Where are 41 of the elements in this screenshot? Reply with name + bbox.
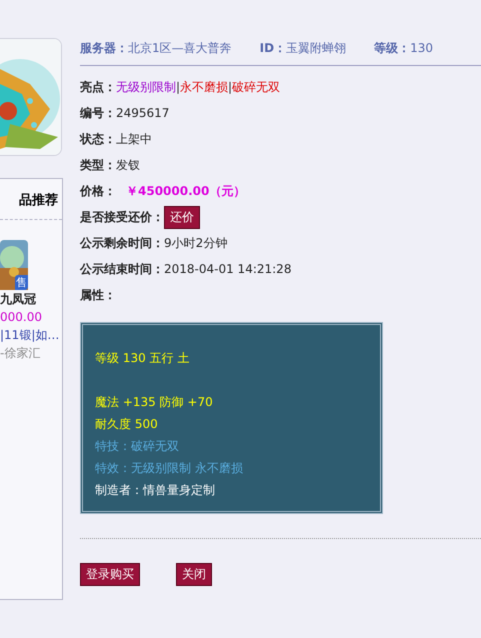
price-value: ￥450000.00（元） [126, 182, 246, 200]
field-value: 发钗 [116, 156, 140, 174]
attribute-line: 魔法 +135 防御 +70 [95, 394, 213, 411]
header-value: 玉翼附蝉翎 [286, 41, 346, 55]
field-value: 2495617 [116, 106, 170, 120]
field-label: 公示剩余时间： [80, 234, 164, 252]
field-label: 属性： [80, 286, 116, 304]
header-label: 服务器： [80, 41, 128, 55]
attribute-line: 特效：无级别限制 永不磨损 [95, 460, 243, 477]
highlight-tag: 破碎无双 [232, 78, 280, 96]
field-label: 状态： [80, 130, 116, 148]
item-name[interactable]: 九凤冠 [0, 290, 36, 308]
sale-badge: 售 [15, 275, 28, 290]
panel-title: 品推荐 [0, 179, 62, 220]
header-value: 北京1区—喜大普奔 [128, 41, 232, 55]
attribute-line: 特技：破碎无双 [95, 438, 179, 455]
field-label: 是否接受还价： [80, 208, 164, 226]
field-label: 编号： [80, 104, 116, 122]
field-label: 亮点： [80, 78, 116, 96]
attribute-line: 制造者：情兽量身定制 [95, 482, 215, 499]
header-label: ID： [260, 41, 286, 55]
attribute-line: 等级 130 五行 土 [95, 350, 190, 367]
counteroffer-button[interactable]: 还价 [164, 206, 200, 228]
separator: | [228, 80, 232, 94]
item-server: -徐家汇 [0, 345, 40, 362]
field-label: 价格： [80, 182, 116, 200]
separator: | [176, 80, 180, 94]
item-tags: |11锻|如… [0, 326, 60, 344]
header-label: 等级： [374, 41, 410, 55]
item-price: 000.00 [0, 309, 42, 326]
field-label: 公示结束时间： [80, 260, 164, 278]
header-value: 130 [410, 41, 433, 55]
field-label: 类型： [80, 156, 116, 174]
attribute-line: 耐久度 500 [95, 416, 158, 433]
buy-button[interactable]: 登录购买 [80, 563, 140, 586]
field-value: 9小时2分钟 [164, 234, 228, 252]
highlight-tag: 永不磨损 [180, 78, 228, 96]
close-button[interactable]: 关闭 [176, 563, 212, 586]
field-value: 2018-04-01 14:21:28 [164, 262, 292, 276]
highlight-tag: 无级别限制 [116, 78, 176, 96]
field-value: 上架中 [116, 130, 152, 148]
